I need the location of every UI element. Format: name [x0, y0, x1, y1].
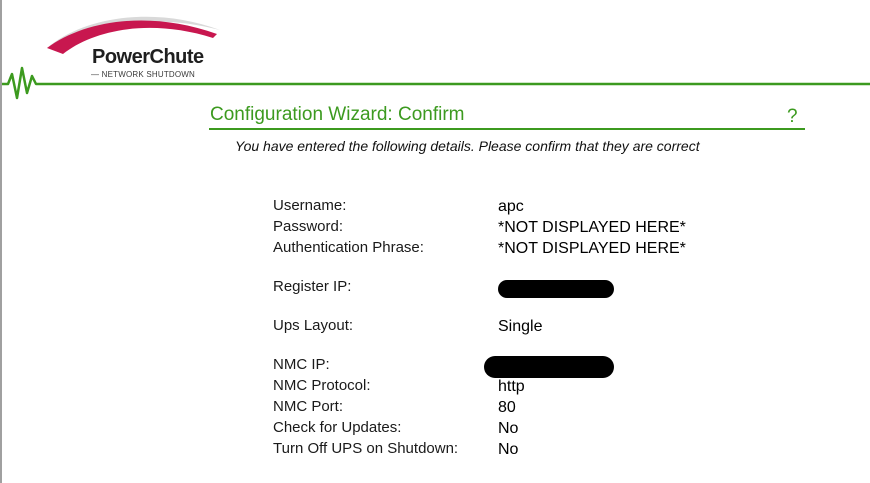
title-divider: [209, 128, 805, 130]
nmc-port-label: NMC Port:: [273, 398, 344, 415]
check-updates-label: Check for Updates:: [273, 419, 402, 436]
username-value: apc: [498, 198, 524, 215]
register-ip-redacted: [498, 280, 614, 298]
instructions-text: You have entered the following details. …: [235, 138, 700, 154]
turn-off-ups-value: No: [498, 441, 519, 458]
register-ip-label: Register IP:: [273, 278, 352, 295]
nmc-port-value: 80: [498, 399, 516, 416]
logo-brand-text: PowerChute: [92, 46, 204, 68]
nmc-protocol-value: http: [498, 378, 525, 395]
username-label: Username:: [273, 197, 347, 214]
nmc-ip-label: NMC IP:: [273, 356, 330, 373]
powerchute-logo: PowerChute — NETWORK SHUTDOWN: [45, 8, 225, 83]
auth-phrase-value: *NOT DISPLAYED HERE*: [498, 240, 686, 257]
help-icon[interactable]: ?: [787, 106, 798, 128]
nmc-ip-redacted: [484, 356, 614, 378]
nmc-protocol-label: NMC Protocol:: [273, 377, 371, 394]
check-updates-value: No: [498, 420, 519, 437]
page-title: Configuration Wizard: Confirm: [210, 104, 465, 125]
password-value: *NOT DISPLAYED HERE*: [498, 219, 686, 236]
ups-layout-label: Ups Layout:: [273, 317, 354, 334]
ups-layout-value: Single: [498, 318, 543, 335]
password-label: Password:: [273, 218, 344, 235]
logo-subtitle: — NETWORK SHUTDOWN: [91, 70, 196, 79]
auth-phrase-label: Authentication Phrase:: [273, 239, 424, 256]
turn-off-ups-label: Turn Off UPS on Shutdown:: [273, 440, 459, 457]
